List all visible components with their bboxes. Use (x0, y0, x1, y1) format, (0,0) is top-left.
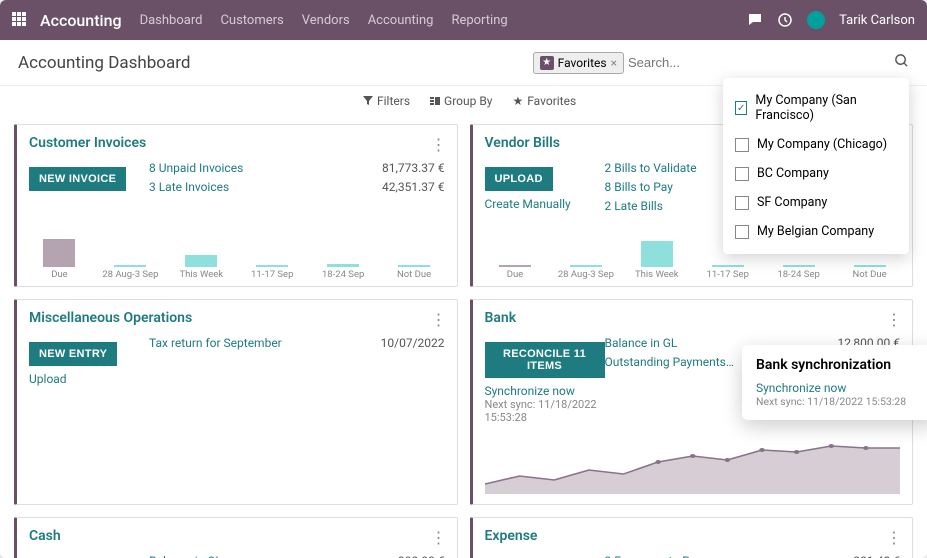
next-sync: Next sync: 11/18/2022 15:53:28 (756, 395, 923, 408)
upload-link[interactable]: Upload (29, 372, 149, 386)
kebab-icon[interactable]: ⋮ (431, 310, 447, 329)
search-icon[interactable] (894, 53, 909, 72)
company-option[interactable]: My Belgian Company (723, 217, 909, 246)
amount: 301.42 € (800, 552, 900, 558)
search-input[interactable] (628, 55, 888, 70)
favorites-button[interactable]: ★ Favorites (512, 94, 576, 108)
nav-vendors[interactable]: Vendors (302, 13, 350, 28)
nav-reporting[interactable]: Reporting (451, 13, 507, 28)
kebab-icon[interactable]: ⋮ (431, 135, 447, 154)
kebab-icon[interactable]: ⋮ (886, 528, 902, 547)
checkbox-icon (735, 225, 749, 239)
amount: 300.00 € (345, 552, 445, 558)
card-cash: ⋮ Cash RECONCILE 3 ITEMS New Transaction… (14, 517, 458, 558)
company-option[interactable]: ✓My Company (San Francisco) (723, 86, 909, 130)
reconcile-button[interactable]: RECONCILE 11 ITEMS (485, 342, 605, 378)
next-sync: Next sync: 11/18/2022 15:53:28 (485, 398, 605, 424)
nav-customers[interactable]: Customers (220, 13, 283, 28)
bank-sync-popover: Bank synchronization Synchronize now Nex… (742, 345, 927, 420)
filters-button[interactable]: Filters (363, 94, 410, 108)
company-option[interactable]: BC Company (723, 159, 909, 188)
create-manually-link[interactable]: Create Manually (485, 197, 605, 211)
app-name: Accounting (40, 11, 122, 30)
chart-bank (485, 434, 901, 498)
sync-now-link[interactable]: Synchronize now (485, 384, 605, 398)
kebab-icon[interactable]: ⋮ (431, 528, 447, 547)
nav-accounting[interactable]: Accounting (368, 13, 434, 28)
nav-dashboard[interactable]: Dashboard (140, 13, 203, 28)
groupby-button[interactable]: Group By (430, 94, 492, 108)
card-misc-operations: ⋮ Miscellaneous Operations NEW ENTRY Upl… (14, 299, 458, 505)
card-title: Customer Invoices (29, 135, 445, 151)
date: 10/07/2022 (345, 334, 445, 353)
sync-now-link[interactable]: Synchronize now (756, 381, 923, 395)
chat-icon[interactable] (747, 12, 763, 28)
checkbox-icon (735, 196, 749, 210)
late-invoices-link[interactable]: 3 Late Invoices (149, 178, 345, 197)
card-title: Bank (485, 310, 901, 326)
user-name[interactable]: Tarik Carlson (839, 13, 915, 28)
company-option[interactable]: SF Company (723, 188, 909, 217)
clock-icon[interactable] (777, 12, 793, 28)
card-title: Expense (485, 528, 901, 544)
new-invoice-button[interactable]: NEW INVOICE (29, 167, 126, 191)
favorites-chip[interactable]: ★ Favorites × (533, 52, 624, 74)
unpaid-invoices-link[interactable]: 8 Unpaid Invoices (149, 159, 345, 178)
company-dropdown[interactable]: ✓My Company (San Francisco) My Company (… (723, 78, 909, 254)
apps-icon[interactable] (12, 12, 28, 28)
expenses-process-link[interactable]: 2 Expenses to Process (605, 552, 801, 558)
page-title: Accounting Dashboard (18, 53, 190, 73)
kebab-icon[interactable]: ⋮ (886, 310, 902, 329)
checkbox-icon: ✓ (735, 101, 747, 115)
close-icon[interactable]: × (611, 56, 617, 70)
upload-button[interactable]: UPLOAD (485, 167, 553, 191)
card-customer-invoices: ⋮ Customer Invoices NEW INVOICE 8 Unpaid… (14, 124, 458, 287)
chip-label: Favorites (558, 56, 607, 70)
checkbox-icon (735, 138, 749, 152)
tax-return-link[interactable]: Tax return for September (149, 334, 345, 353)
company-option[interactable]: My Company (Chicago) (723, 130, 909, 159)
star-icon: ★ (540, 56, 554, 70)
checkbox-icon (735, 167, 749, 181)
balance-gl-link[interactable]: Balance in GL (149, 552, 345, 558)
amount: 42,351.37 € (345, 178, 445, 197)
card-title: Miscellaneous Operations (29, 310, 445, 326)
card-title: Cash (29, 528, 445, 544)
chart-customer-invoices (29, 217, 445, 267)
avatar[interactable] (807, 11, 825, 29)
amount: 81,773.37 € (345, 159, 445, 178)
popover-title: Bank synchronization (756, 357, 923, 373)
new-entry-button[interactable]: NEW ENTRY (29, 342, 117, 366)
card-expense: ⋮ Expense UPLOAD Create Manually 2 Expen… (470, 517, 914, 558)
